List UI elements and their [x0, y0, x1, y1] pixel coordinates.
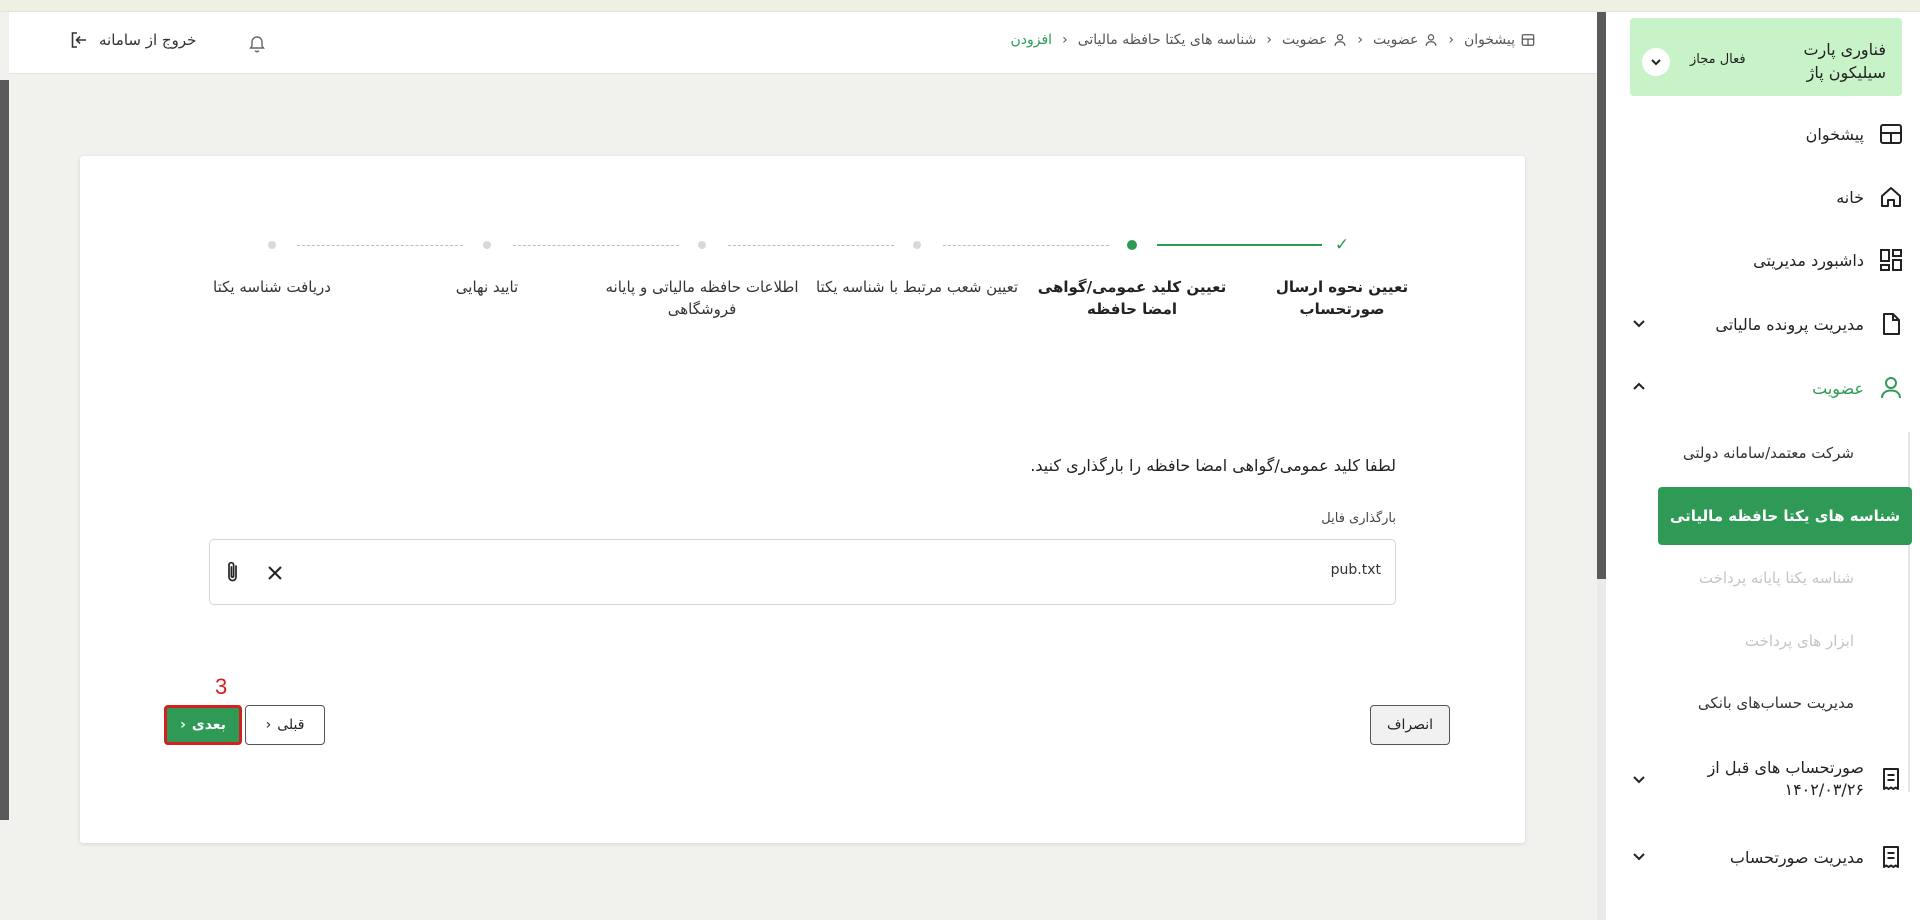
breadcrumb-item-add: افزودن [1010, 32, 1052, 48]
sidebar-item-legacy-invoices[interactable]: صورتحساب های قبل از ۱۴۰۲/۰۳/۲۶ [1624, 751, 1904, 807]
receipt-icon [1883, 846, 1899, 868]
sidebar: فناوری پارت سیلیکون پاژ فعال مجاز پیشخوا… [1606, 12, 1920, 920]
chevron-up-icon[interactable] [1630, 378, 1648, 396]
step-label: تایید نهایی [455, 278, 519, 296]
chevron-down-icon[interactable] [1630, 847, 1648, 865]
breadcrumb-item-membership-2[interactable]: عضویت [1282, 32, 1347, 48]
chevron-left-icon: ‹ [1266, 32, 1272, 48]
previous-button[interactable]: قبلی ‹ [245, 705, 325, 745]
breadcrumb-label: عضویت [1281, 32, 1328, 48]
top-header: پیشخوان ‹ عضویت ‹ عضویت ‹ شناسه های یکتا… [9, 12, 1597, 74]
main-scrollbar-thumb[interactable] [1597, 12, 1606, 579]
sidebar-item-label: پیشخوان [1805, 124, 1864, 144]
upload-instruction: لطفا کلید عمومی/گواهی امضا حافظه را بارگ… [1030, 456, 1396, 475]
step-connector [297, 245, 463, 246]
sidebar-item-label: داشبورد مدیریتی [1753, 250, 1864, 270]
wizard-stepper: ✓ تعیین نحوه ارسال صورتحساب تعیین کلید ع… [197, 235, 1447, 328]
sidebar-subitem-bank-accounts[interactable]: مدیریت حساب‌های بانکی [1624, 683, 1854, 723]
step-label: دریافت شناسه یکتا [213, 278, 331, 296]
chevron-left-icon: ‹ [1062, 32, 1068, 48]
chevron-down-icon[interactable] [1630, 770, 1648, 788]
sidebar-item-management-dashboard[interactable]: داشبورد مدیریتی [1624, 240, 1904, 280]
company-status: فعال مجاز [1690, 52, 1746, 67]
sidebar-subitem-trusted-company[interactable]: شرکت معتمد/سامانه دولتی [1624, 433, 1854, 473]
step-connector [728, 245, 894, 246]
step-connector [943, 245, 1109, 246]
main-area: پیشخوان ‹ عضویت ‹ عضویت ‹ شناسه های یکتا… [9, 12, 1597, 920]
home-icon [1881, 187, 1901, 207]
user-icon [1881, 377, 1901, 399]
sidebar-item-label: مدیریت صورتحساب [1729, 847, 1864, 867]
sidebar-item-label: عضویت [1812, 378, 1864, 398]
step-label: اطلاعات حافظه مالیاتی و پایانه فروشگاهی [605, 278, 799, 318]
file-upload-label: بارگذاری فایل [1321, 511, 1396, 526]
current-step-dot [1125, 238, 1139, 252]
check-icon: ✓ [1334, 235, 1350, 255]
wizard-card: ✓ تعیین نحوه ارسال صورتحساب تعیین کلید ع… [80, 156, 1525, 843]
chevron-down-icon[interactable] [1630, 314, 1648, 332]
sidebar-subitem-payment-tools: ابزار های پرداخت [1744, 632, 1854, 650]
breadcrumb-item-membership[interactable]: عضویت [1373, 32, 1438, 48]
step-connector [513, 245, 679, 246]
step-connector [1157, 244, 1322, 246]
chevron-left-icon: ‹ [1448, 32, 1454, 48]
bell-icon[interactable] [247, 34, 267, 54]
submenu-track [1908, 432, 1910, 792]
chevron-left-icon: ‹ [265, 717, 272, 733]
user-icon [1425, 34, 1437, 46]
sidebar-item-tax-file[interactable]: مدیریت پرونده مالیاتی [1624, 304, 1904, 344]
breadcrumb-item-dashboard[interactable]: پیشخوان [1464, 32, 1535, 48]
breadcrumb-item-tax-memory-ids[interactable]: شناسه های یکتا حافظه مالیاتی [1078, 32, 1257, 48]
chevron-left-icon: ‹ [1357, 32, 1363, 48]
breadcrumb-label: شناسه های یکتا حافظه مالیاتی [1077, 32, 1257, 48]
step-dot [695, 238, 709, 252]
uploaded-file-name: pub.txt [1330, 562, 1381, 578]
previous-label: قبلی [277, 717, 305, 733]
close-icon[interactable] [266, 564, 284, 582]
next-label: بعدی [191, 717, 226, 733]
step-number-annotation: 3 [215, 674, 228, 699]
sidebar-item-invoice-management[interactable]: مدیریت صورتحساب [1624, 837, 1904, 877]
sidebar-item-label: صورتحساب های قبل از ۱۴۰۲/۰۳/۲۶ [1707, 758, 1864, 799]
step-label: تعیین شعب مرتبط با شناسه یکتا [815, 278, 1019, 296]
dashboard-icon [1880, 124, 1902, 144]
paperclip-icon[interactable] [222, 560, 244, 586]
next-button[interactable]: بعدی ‹ [164, 705, 242, 745]
grid-icon [1880, 249, 1902, 271]
logout-label: خروج از سامانه [99, 31, 197, 49]
top-decorative-strip [0, 0, 1920, 12]
breadcrumb: پیشخوان ‹ عضویت ‹ عضویت ‹ شناسه های یکتا… [1010, 32, 1535, 48]
step-dot [910, 238, 924, 252]
cancel-button[interactable]: انصراف [1370, 705, 1450, 745]
left-scroll-edge [0, 80, 9, 820]
breadcrumb-label: عضویت [1372, 32, 1419, 48]
logout-button[interactable]: خروج از سامانه [69, 30, 196, 50]
sidebar-item-label: مدیریت پرونده مالیاتی [1715, 314, 1864, 334]
step-dot [480, 238, 494, 252]
user-icon [1334, 34, 1346, 46]
chevron-left-icon: ‹ [180, 717, 186, 733]
receipt-icon [1883, 768, 1899, 790]
sidebar-item-label: خانه [1836, 187, 1864, 207]
chevron-down-icon[interactable] [1642, 48, 1670, 76]
company-name: فناوری پارت سیلیکون پاژ [1803, 40, 1886, 82]
step-label: تعیین نحوه ارسال صورتحساب [1275, 278, 1409, 318]
sidebar-item-dashboard[interactable]: پیشخوان [1624, 114, 1904, 154]
sidebar-subitem-tax-memory-ids[interactable]: شناسه های یکتا حافظه مالیاتی [1658, 487, 1912, 545]
sidebar-item-home[interactable]: خانه [1624, 177, 1904, 217]
dashboard-icon [1521, 34, 1535, 46]
company-selector[interactable]: فناوری پارت سیلیکون پاژ فعال مجاز [1630, 18, 1902, 96]
logout-icon [71, 32, 86, 48]
step-dot [265, 238, 279, 252]
file-upload-field[interactable]: pub.txt [209, 539, 1396, 605]
file-icon [1883, 313, 1900, 335]
sidebar-subitem-payment-terminal-id: شناسه یکتا پایانه پرداخت [1698, 569, 1854, 587]
step-label: تعیین کلید عمومی/گواهی امضا حافظه [1037, 278, 1227, 318]
breadcrumb-label: افزودن [1010, 32, 1053, 48]
sidebar-item-membership[interactable]: عضویت [1624, 368, 1904, 408]
breadcrumb-label: پیشخوان [1463, 32, 1515, 48]
